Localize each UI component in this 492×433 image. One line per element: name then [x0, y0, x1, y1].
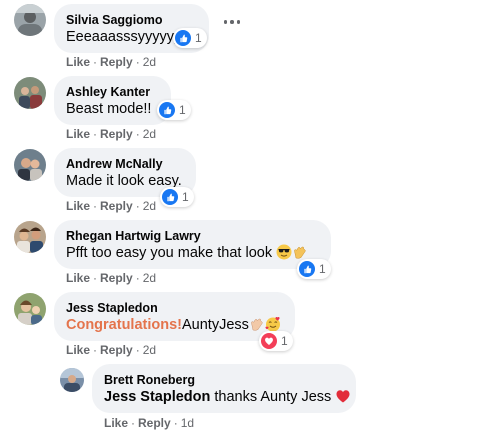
- like-button[interactable]: Like: [66, 127, 90, 141]
- comment-bubble: Ashley Kanter Beast mode!!: [54, 76, 171, 125]
- like-icon: [299, 261, 315, 277]
- avatar[interactable]: [14, 221, 46, 253]
- reaction-count: 1: [281, 334, 288, 348]
- more-options-icon[interactable]: [222, 14, 242, 30]
- reaction-badge[interactable]: 1: [173, 28, 207, 48]
- avatar[interactable]: [14, 293, 46, 325]
- comment-author[interactable]: Jess Stapledon: [66, 300, 283, 316]
- comment-text: Jess Stapledon thanks Aunty Jess: [104, 388, 350, 407]
- comment-actions: Like · Reply · 2d: [66, 55, 157, 69]
- like-button[interactable]: Like: [104, 416, 128, 430]
- avatar[interactable]: [14, 4, 46, 36]
- like-icon: [159, 102, 175, 118]
- like-button[interactable]: Like: [66, 271, 90, 285]
- clapping-hands-emoji: [251, 318, 263, 331]
- comment-timestamp[interactable]: 2d: [143, 55, 156, 69]
- red-heart-emoji: [336, 390, 350, 403]
- mention-link[interactable]: Jess Stapledon: [104, 389, 210, 405]
- comment-actions: Like · Reply · 2d: [66, 127, 157, 141]
- like-icon: [175, 30, 191, 46]
- comment-author[interactable]: Brett Roneberg: [104, 372, 344, 388]
- clapping-hands-emoji: [294, 246, 306, 259]
- comment-author[interactable]: Rhegan Hartwig Lawry: [66, 228, 319, 244]
- comment-timestamp[interactable]: 2d: [143, 343, 156, 357]
- reply-button[interactable]: Reply: [100, 343, 133, 357]
- reaction-count: 1: [182, 190, 189, 204]
- reaction-count: 1: [179, 103, 186, 117]
- comment-bubble: Jess Stapledon Congratulations!AuntyJess: [54, 292, 295, 341]
- reaction-badge[interactable]: 1: [297, 259, 331, 279]
- reaction-count: 1: [319, 262, 326, 276]
- like-button[interactable]: Like: [66, 55, 90, 69]
- comment-text: Congratulations!AuntyJess: [66, 316, 283, 335]
- like-icon: [162, 189, 178, 205]
- reaction-badge[interactable]: 1: [259, 331, 293, 351]
- avatar[interactable]: [60, 368, 84, 392]
- comment-actions: Like · Reply · 2d: [66, 199, 157, 213]
- reply-button[interactable]: Reply: [100, 55, 133, 69]
- like-button[interactable]: Like: [66, 199, 90, 213]
- comment-timestamp[interactable]: 2d: [143, 199, 156, 213]
- avatar[interactable]: [14, 77, 46, 109]
- comment-actions: Like · Reply · 2d: [66, 271, 157, 285]
- comment-text: Beast mode!!: [66, 101, 152, 117]
- comment-author[interactable]: Silvia Saggiomo: [66, 12, 197, 28]
- reply-button[interactable]: Reply: [138, 416, 171, 430]
- highlighted-text: Congratulations!: [66, 317, 182, 333]
- reply-button[interactable]: Reply: [100, 271, 133, 285]
- comment-text-body: Pfft too easy you make that look: [66, 245, 273, 261]
- comment-bubble: Brett Roneberg Jess Stapledon thanks Aun…: [92, 364, 356, 413]
- comment-bubble: Rhegan Hartwig Lawry Pfft too easy you m…: [54, 220, 331, 269]
- comment-timestamp[interactable]: 2d: [143, 127, 156, 141]
- comment-actions: Like · Reply · 1d: [104, 416, 195, 430]
- comment-text: Pfft too easy you make that look: [66, 244, 319, 263]
- comment-text-body: thanks Aunty Jess: [210, 389, 332, 405]
- reply-button[interactable]: Reply: [100, 199, 133, 213]
- comment-actions: Like · Reply · 2d: [66, 343, 157, 357]
- reaction-count: 1: [195, 31, 202, 45]
- reaction-badge[interactable]: 1: [160, 187, 194, 207]
- reply-button[interactable]: Reply: [100, 127, 133, 141]
- comment-text-body: AuntyJess: [182, 317, 249, 333]
- sunglasses-face-emoji: [276, 244, 292, 260]
- comment-author[interactable]: Andrew McNally: [66, 156, 184, 172]
- love-icon: [261, 333, 277, 349]
- comment-author[interactable]: Ashley Kanter: [66, 84, 159, 100]
- smiling-face-with-hearts-emoji: [265, 317, 280, 332]
- comment-timestamp[interactable]: 1d: [181, 416, 194, 430]
- comment-timestamp[interactable]: 2d: [143, 271, 156, 285]
- avatar[interactable]: [14, 149, 46, 181]
- reaction-badge[interactable]: 1: [157, 100, 191, 120]
- like-button[interactable]: Like: [66, 343, 90, 357]
